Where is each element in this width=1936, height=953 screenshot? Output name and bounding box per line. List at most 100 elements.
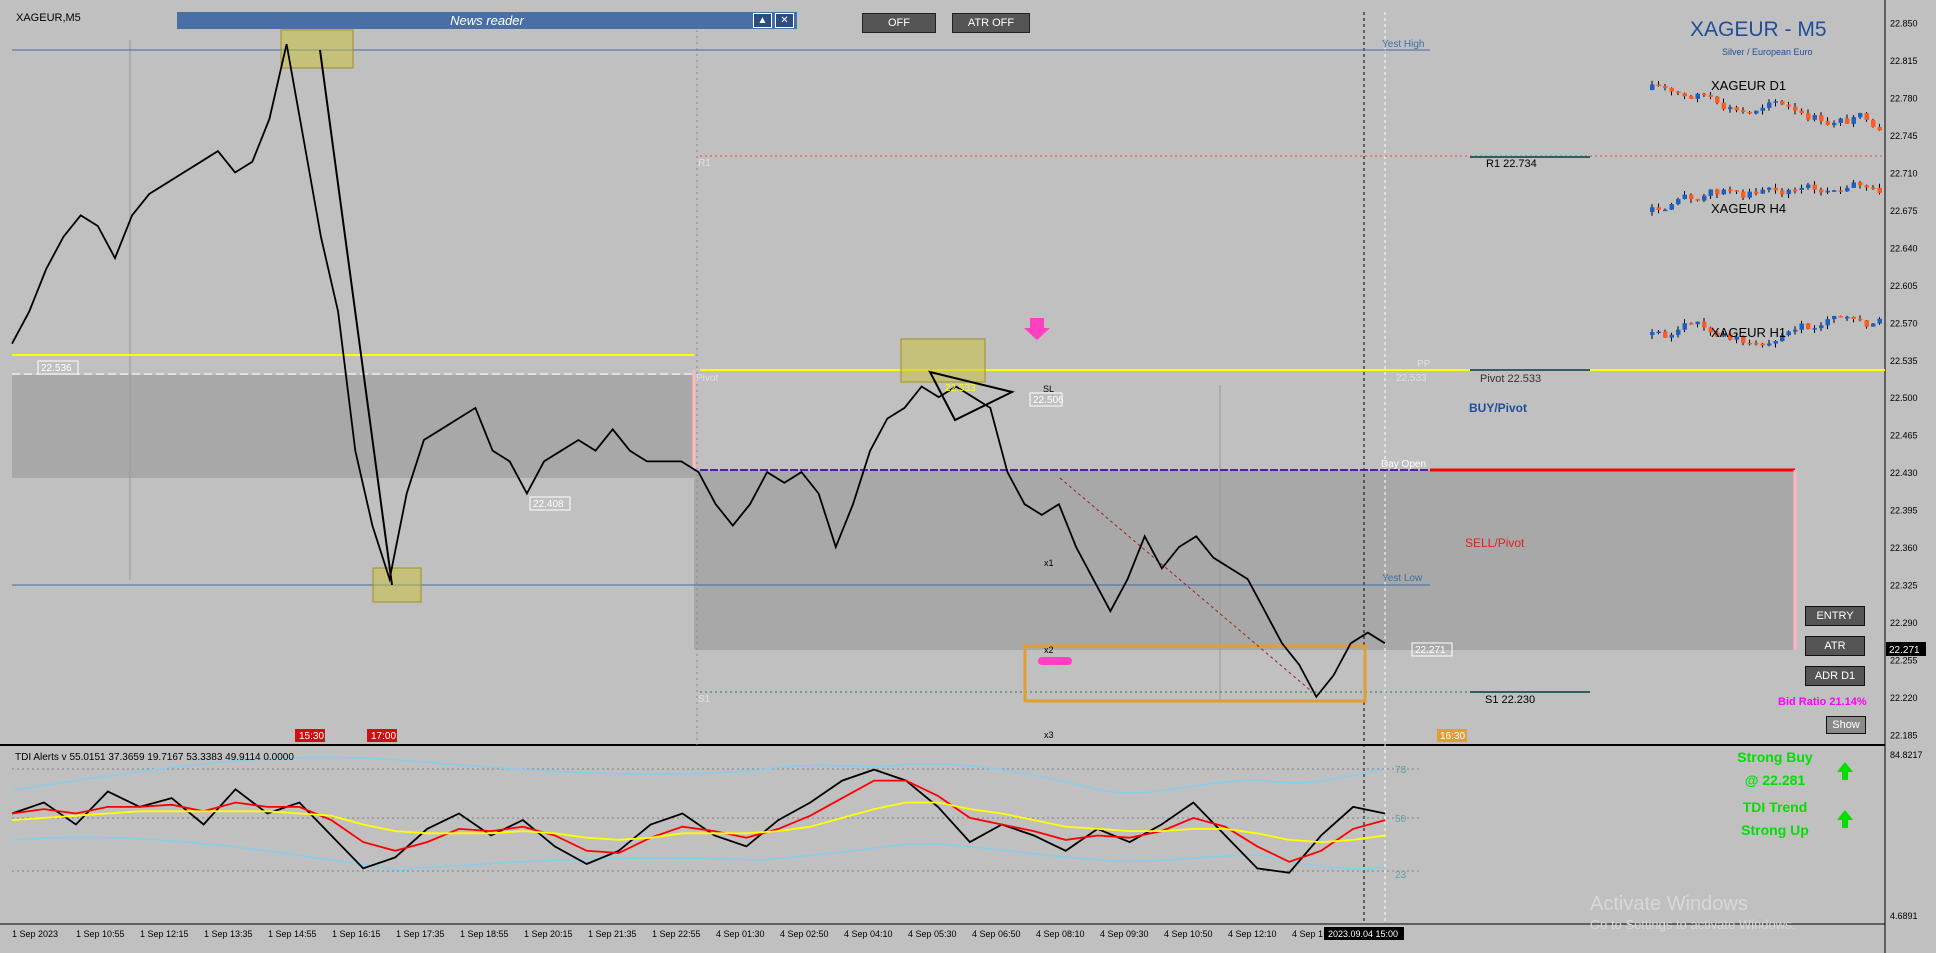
mini-candle: [1708, 94, 1713, 97]
tdi-level-50: 50: [1395, 814, 1407, 825]
mini-candle: [1702, 321, 1707, 328]
adr-button[interactable]: ADR D1: [1805, 666, 1865, 686]
x-tick-label: 2023.09.04 15:00: [1328, 929, 1398, 939]
mini-candle: [1864, 113, 1869, 121]
mini-candle: [1871, 120, 1876, 127]
mini-candle: [1871, 187, 1876, 190]
mini-candle: [1832, 190, 1837, 192]
bid-ratio: Bid Ratio 21.14%: [1778, 696, 1867, 708]
y-tick-label: 22.290: [1890, 618, 1918, 628]
signal-line-2: @ 22.281: [1744, 772, 1806, 788]
highlight-box-low[interactable]: [372, 567, 422, 603]
pp-value-label: 22.533: [1396, 373, 1427, 384]
collapse-icon[interactable]: ▲: [753, 13, 772, 28]
symbol-label: XAGEUR,M5: [16, 12, 81, 24]
mini-candle: [1715, 189, 1720, 195]
mini-h4-title: XAGEUR H4: [1711, 201, 1786, 216]
y-tick-label: 22.570: [1890, 318, 1918, 328]
mini-candle: [1799, 187, 1804, 190]
mini-candle: [1851, 117, 1856, 124]
mini-candle: [1650, 332, 1655, 335]
chart-title: XAGEUR - M5: [1690, 18, 1827, 41]
x-tick-label: 4 Sep 12:10: [1228, 929, 1277, 939]
price-tag-5: 22.271: [1415, 645, 1446, 656]
mini-candle: [1767, 102, 1772, 108]
price-tag-1: 22.536: [41, 363, 72, 374]
tdi-label: TDI Alerts v 55.0151 37.3659 19.7167 53.…: [15, 752, 294, 763]
mini-candle: [1780, 190, 1785, 195]
mini-candle: [1669, 204, 1674, 210]
mini-candle: [1689, 323, 1694, 325]
mini-candle: [1851, 316, 1856, 319]
y-tick-label: 22.500: [1890, 393, 1918, 403]
entry-button[interactable]: ENTRY: [1805, 606, 1865, 626]
off-button[interactable]: OFF: [862, 13, 936, 33]
y-axis-labels: 22.850 22.815 22.780 22.745 22.710 22.675 22.6…: [1890, 19, 1918, 741]
day-open-label: Day Open: [1381, 459, 1426, 470]
mini-candle: [1845, 118, 1850, 124]
x-tick-label: 1 Sep 22:55: [652, 929, 701, 939]
yest-low-label: Yest Low: [1382, 573, 1423, 584]
r1-right-label: R1 22.734: [1486, 158, 1537, 170]
mini-candle: [1741, 191, 1746, 198]
y-tick-label: 22.605: [1890, 281, 1918, 291]
pivot-left-label: Pivot: [696, 373, 718, 384]
main-chart-svg[interactable]: Yest High R1 R1 22.734 PP 22.533 Pivot P…: [0, 0, 1936, 953]
mini-candle: [1786, 104, 1791, 107]
r1-left-label: R1: [698, 158, 711, 169]
x2-label: x2: [1044, 645, 1054, 655]
mini-candle: [1695, 321, 1700, 325]
y-tick-label: 22.430: [1890, 468, 1918, 478]
mini-candle: [1877, 187, 1882, 194]
mini-candle: [1773, 101, 1778, 103]
mini-candle: [1682, 194, 1687, 200]
mini-candle: [1728, 189, 1733, 192]
y-tick-label: 22.850: [1890, 19, 1918, 29]
chart-subtitle: Silver / European Euro: [1722, 47, 1813, 57]
mini-candle: [1747, 342, 1752, 345]
mini-candle: [1773, 341, 1778, 344]
mini-candle: [1741, 110, 1746, 112]
close-icon[interactable]: ✕: [775, 13, 794, 28]
news-reader-label: News reader: [450, 13, 524, 28]
mini-candle: [1806, 323, 1811, 329]
x-tick-label: 4 Sep 02:50: [780, 929, 829, 939]
mini-candle: [1838, 316, 1843, 318]
y-tick-label: 22.465: [1890, 431, 1918, 441]
x-tick-label: 4 Sep 04:10: [844, 929, 893, 939]
s1-right-label: S1 22.230: [1485, 694, 1535, 706]
time-tag-3: 16:30: [1440, 731, 1465, 742]
mini-candle: [1656, 84, 1661, 87]
y-tick-label: 22.815: [1890, 56, 1918, 66]
highlight-box-high[interactable]: [280, 29, 354, 69]
x-tick-label: 4 Sep 05:30: [908, 929, 957, 939]
x3-label: x3: [1044, 730, 1054, 740]
mini-candle: [1747, 111, 1752, 114]
atr-button[interactable]: ATR: [1805, 636, 1865, 656]
y-tick-label: 22.640: [1890, 243, 1918, 253]
mini-candle: [1669, 87, 1674, 92]
show-button[interactable]: Show: [1826, 716, 1866, 734]
mini-candle: [1760, 343, 1765, 346]
mini-candle: [1754, 343, 1759, 345]
mini-candle: [1650, 207, 1655, 212]
mini-candle: [1721, 189, 1726, 195]
mini-candle: [1663, 331, 1668, 338]
news-reader-bar[interactable]: News reader ▲ ✕: [177, 12, 797, 29]
mini-candle: [1734, 107, 1739, 111]
tdi-axis-top: 84.8217: [1890, 750, 1923, 760]
mini-candle: [1877, 318, 1882, 324]
current-price-label: 22.271: [1889, 645, 1920, 656]
x-axis-labels: 1 Sep 2023 1 Sep 10:55 1 Sep 12:15 1 Sep 13…: [12, 927, 1404, 940]
mini-candle: [1825, 121, 1830, 126]
mini-candle: [1799, 323, 1804, 330]
y-tick-label: 22.780: [1890, 94, 1918, 104]
mini-candle: [1702, 195, 1707, 201]
up-arrow-icon-1: [1837, 762, 1853, 780]
atr-off-button[interactable]: ATR OFF: [952, 13, 1030, 33]
y-tick-label: 22.325: [1890, 580, 1918, 590]
up-arrow-icon-2: [1837, 810, 1853, 828]
mini-candle: [1689, 194, 1694, 200]
mini-candle: [1819, 189, 1824, 193]
x1-label: x1: [1044, 558, 1054, 568]
